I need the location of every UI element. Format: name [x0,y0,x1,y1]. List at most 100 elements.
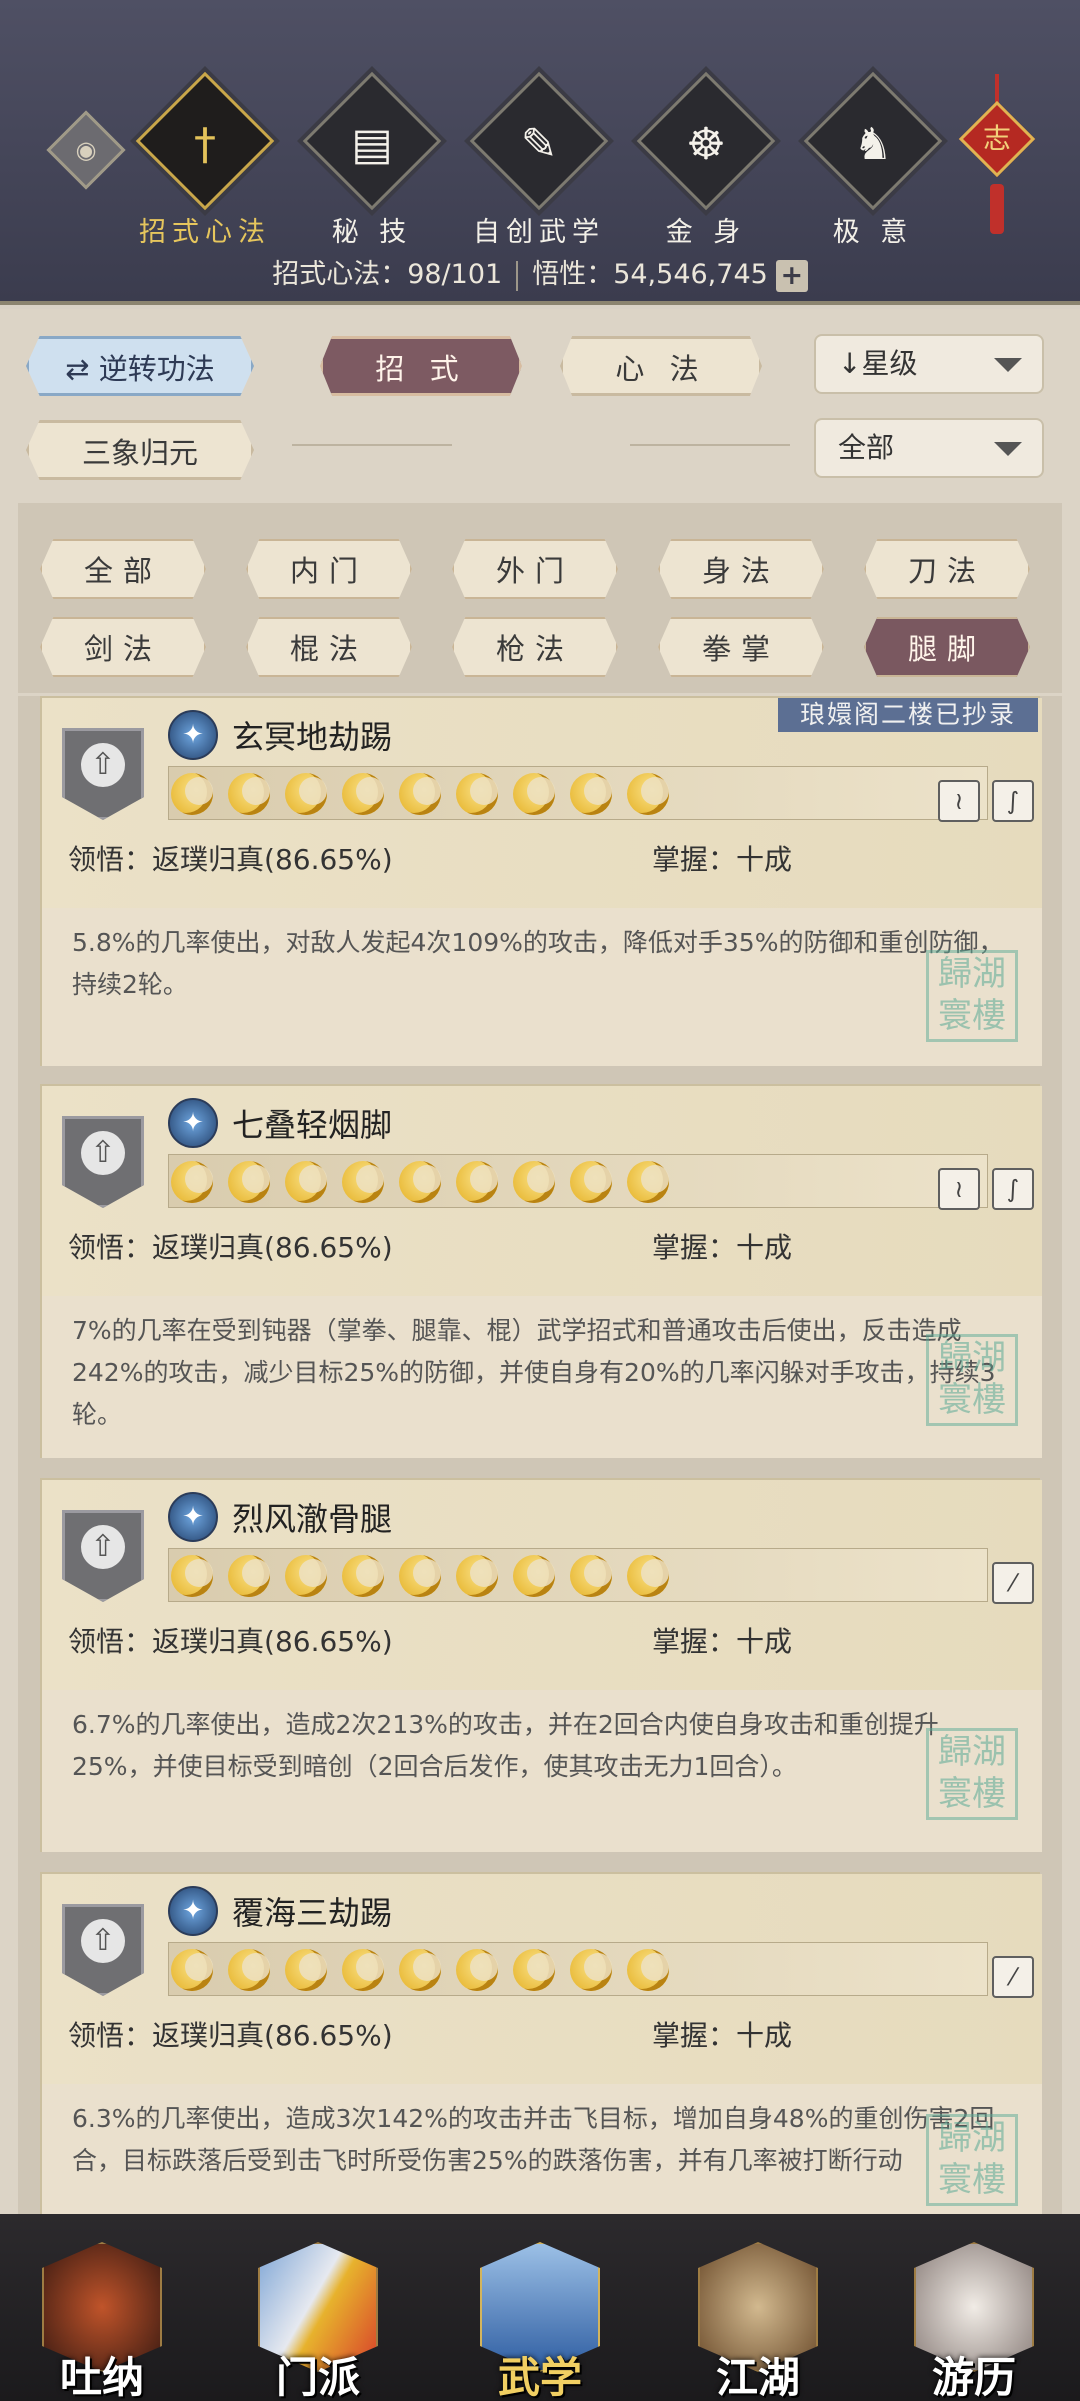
tab-label: 自创武学 [473,217,605,248]
filter-all[interactable]: 全部 [40,539,206,599]
lucky-knot-button[interactable]: 志 [958,74,1036,234]
nav-travel[interactable]: 游历 [906,2232,1042,2401]
eye-toggle[interactable]: ◉ [46,110,126,190]
moon-star-icon [228,773,270,815]
moon-star-icon [456,773,498,815]
arrow-up-icon: ⇧ [81,743,125,787]
sort-select-value: 星级 [861,347,918,380]
nav-breathing[interactable]: 吐纳 [34,2232,170,2401]
skill-name: 玄冥地劫踢 [232,718,393,756]
skill-card[interactable]: ⇧ ✦ 七叠轻烟脚 ≀ ∫ 领悟：返璞归真(86.65%) 掌握：十成 7%的几… [40,1084,1042,1458]
tab-label: 招式心法 [139,217,271,248]
moon-star-icon [228,1949,270,1991]
sword-icon: † [194,119,216,171]
moon-star-icon [342,1555,384,1597]
tab-label: 金 身 [665,217,747,248]
filter-sword[interactable]: 剑法 [40,617,206,677]
seal-stamp: 歸湖 寰樓 [926,950,1018,1042]
add-insight-button[interactable]: + [775,259,808,292]
filter-select[interactable]: 全部 [814,418,1044,478]
moon-star-icon [513,1161,555,1203]
tab-skills-methods[interactable]: † 招式心法 [130,71,280,249]
scroll-book-icon: ▤ [351,119,393,171]
insight-label: 悟性： [532,259,614,290]
skills-count-value: 98/101 [407,259,503,290]
tab-ultimate[interactable]: ♞ 极 意 [798,71,948,249]
moon-star-icon [171,1161,213,1203]
divider [630,444,790,446]
filter-fist[interactable]: 拳掌 [658,617,824,677]
sanxiang-button[interactable]: 三象归元 [26,420,254,480]
moon-star-icon [285,773,327,815]
tag-wave-icon: ≀ [938,780,980,822]
mastery: 掌握：十成 [652,843,793,876]
filter-staff[interactable]: 棍法 [246,617,412,677]
filter-inner[interactable]: 内门 [246,539,412,599]
moon-star-icon [285,1161,327,1203]
moon-star-icon [513,1555,555,1597]
nav-label: 游历 [931,2353,1016,2401]
skill-type-icon: ✦ [168,1098,218,1148]
skill-card[interactable]: 琅嬛阁二楼已抄录 ⇧ ✦ 玄冥地劫踢 ≀ ∫ 领悟：返璞归真(86.65%) 掌… [40,696,1042,1066]
filter-leg[interactable]: 腿脚 [864,617,1030,677]
filter-select-value: 全部 [838,431,895,464]
moon-star-icon [399,1161,441,1203]
divider [292,444,452,446]
tag-slash-icon: ⁄ [992,1562,1034,1604]
moon-star-icon [228,1161,270,1203]
moon-star-icon [285,1555,327,1597]
comprehension: 领悟：返璞归真(86.65%) [68,2019,393,2052]
moon-star-icon [513,773,555,815]
filter-spear[interactable]: 枪法 [452,617,618,677]
star-row [168,1942,988,1996]
moon-star-icon [627,1555,669,1597]
arrow-up-icon: ⇧ [81,1525,125,1569]
comprehension: 领悟：返璞归真(86.65%) [68,1231,393,1264]
skill-name: 烈风澈骨腿 [232,1500,393,1538]
tab-label: 秘 技 [331,217,413,248]
moon-star-icon [627,1949,669,1991]
tab-moves[interactable]: 招 式 [320,336,522,396]
tab-golden-body[interactable]: ☸ 金 身 [631,71,781,249]
nav-jianghu[interactable]: 江湖 [690,2232,826,2401]
skill-type-icon: ✦ [168,1886,218,1936]
mastery: 掌握：十成 [652,1231,793,1264]
moon-star-icon [171,1555,213,1597]
skill-description: 6.7%的几率使出，造成2次213%的攻击，并在2回合内使自身攻击和重创提升25… [42,1690,1042,1852]
skills-count-label: 招式心法： [272,259,408,290]
moon-star-icon [342,1161,384,1203]
sort-select[interactable]: ↓星级 [814,334,1044,394]
meditation-icon: ☸ [686,119,726,171]
filter-movement[interactable]: 身法 [658,539,824,599]
reverse-skill-label: 逆转功法 [98,352,215,386]
moon-star-icon [570,1161,612,1203]
filter-blade[interactable]: 刀法 [864,539,1030,599]
skill-list[interactable]: 琅嬛阁二楼已抄录 ⇧ ✦ 玄冥地劫踢 ≀ ∫ 领悟：返璞归真(86.65%) 掌… [18,696,1062,2214]
tab-secret-skills[interactable]: ▤ 秘 技 [297,71,447,249]
copied-banner: 琅嬛阁二楼已抄录 [777,698,1038,732]
scroll-roll-icon: ✎ [520,119,558,171]
skill-card[interactable]: ⇧ ✦ 烈风澈骨腿 ⁄ 领悟：返璞归真(86.65%) 掌握：十成 6.7%的几… [40,1478,1042,1852]
insight-value: 54,546,745 [613,259,768,290]
top-bar: ◉ † 招式心法 ▤ 秘 技 ✎ 自创武学 ☸ 金 身 ♞ 极 意 志 招式心法… [0,0,1080,305]
knot-char: 志 [982,122,1011,155]
tab-self-created[interactable]: ✎ 自创武学 [464,71,614,249]
skill-name: 覆海三劫踢 [232,1894,393,1932]
tab-methods[interactable]: 心 法 [560,336,762,396]
filter-outer[interactable]: 外门 [452,539,618,599]
reverse-skill-button[interactable]: ⇄ 逆转功法 [26,336,254,396]
nav-martial-arts[interactable]: 武学 [472,2232,608,2401]
moon-star-icon [570,1949,612,1991]
martial-stance-icon: ♞ [853,119,893,171]
arrow-down-icon: ↓ [838,347,862,380]
moon-star-icon [513,1949,555,1991]
nav-label: 门派 [275,2353,360,2401]
star-row [168,1154,988,1208]
swap-icon: ⇄ [65,352,99,386]
nav-sect[interactable]: 门派 [250,2232,386,2401]
moon-star-icon [285,1949,327,1991]
tag-slash-icon: ⁄ [992,1956,1034,1998]
skill-card[interactable]: ⇧ ✦ 覆海三劫踢 ⁄ 领悟：返璞归真(86.65%) 掌握：十成 6.3%的几… [40,1872,1042,2214]
dropdown-caret-icon [994,358,1022,372]
skill-description: 7%的几率在受到钝器（掌拳、腿靠、棍）武学招式和普通攻击后使出，反击造成242%… [42,1296,1042,1458]
